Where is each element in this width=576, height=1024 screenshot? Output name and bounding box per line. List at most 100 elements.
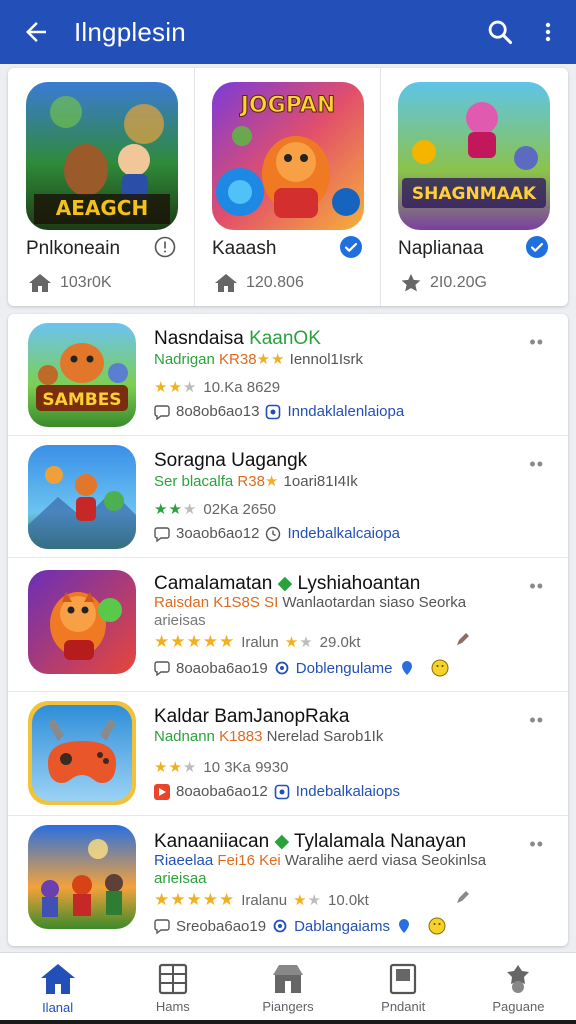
- app-link[interactable]: Doblengulame: [296, 660, 393, 677]
- app-icon: [28, 445, 136, 549]
- chat-icon: [154, 404, 170, 420]
- featured-thumbnail: JOGPAN: [212, 82, 364, 230]
- location-pin-icon: [398, 919, 409, 933]
- system-bar: [0, 1020, 576, 1024]
- app-footer: Sreoba6ao19 Dablangaiams: [154, 917, 446, 935]
- app-link[interactable]: Dablangaiams: [294, 918, 390, 935]
- star-icon: [401, 273, 421, 292]
- featured-art-text: SHAGNMAAK: [412, 184, 537, 204]
- app-rating: ★★★★★ Iralanu ★★ 10.0kt: [154, 890, 369, 909]
- link-icon: [266, 404, 281, 419]
- chat-icon: [154, 526, 170, 542]
- featured-card[interactable]: JOGPAN Kaaash 120.806: [194, 68, 380, 306]
- list-item[interactable]: Soragna Uagangk Ser blacalfa R38★ 1oari8…: [8, 436, 568, 558]
- app-bar: Ilngplesin: [0, 0, 576, 64]
- app-link[interactable]: Inndaklalenlaiopa: [287, 403, 404, 420]
- verified-check-icon: [526, 236, 548, 258]
- home-icon: [29, 274, 51, 292]
- bottom-navigation: Ilanal Hams Piangers Pndanit Paguane: [0, 952, 576, 1024]
- app-footer: 3oaob6ao12 Indebalkalcaiopa: [154, 525, 400, 542]
- featured-meta: 103r0K: [28, 272, 112, 294]
- more-vert-icon: [545, 22, 551, 42]
- info-icon[interactable]: [154, 236, 176, 258]
- featured-thumbnail: SHAGNMAAK: [398, 82, 550, 230]
- back-button[interactable]: [8, 0, 64, 64]
- nav-label: Ilanal: [42, 1000, 74, 1015]
- app-footer: 8oaoba6ao12 Indebalkalaiops: [154, 783, 400, 800]
- nav-item-home[interactable]: Ilanal: [0, 953, 115, 1024]
- list-item[interactable]: SAMBES Nasndaisa KaanOK Nadrigan KR38★★ …: [8, 314, 568, 436]
- app-footer: 8o8ob6ao13 Inndaklalenlaiopa: [154, 403, 404, 420]
- nav-label: Piangers: [262, 999, 314, 1014]
- app-subtitle-extra: arieisaa: [154, 870, 207, 887]
- nav-label: Hams: [155, 999, 190, 1014]
- overflow-menu-button[interactable]: [524, 0, 572, 64]
- app-link[interactable]: Indebalkalaiops: [296, 783, 400, 800]
- app-icon: [28, 825, 136, 929]
- list-item[interactable]: Camalamatan ◆ Lyshiahoantan Raisdan K1S8…: [8, 558, 568, 692]
- app-icon: SAMBES: [28, 323, 136, 427]
- badge-icon: [507, 965, 530, 993]
- app-footer: 8oaoba6ao19 Doblengulame: [154, 659, 449, 677]
- app-title: Soragna Uagangk: [154, 450, 308, 471]
- clock-icon: [266, 526, 281, 541]
- app-subtitle: Ser blacalfa R38★ 1oari81I4Ik: [154, 473, 358, 490]
- featured-card[interactable]: SHAGNMAAK Naplianaa 2I0.20G: [380, 68, 566, 306]
- featured-meta-text: 103r0K: [60, 274, 112, 291]
- book-icon: [390, 963, 417, 995]
- settings-icon: [275, 661, 289, 675]
- app-subtitle-extra: arieisas: [154, 612, 206, 629]
- featured-card[interactable]: AEAGCH Pnlkoneain 103r0K: [8, 68, 194, 306]
- featured-name: Naplianaa: [398, 238, 484, 259]
- settings-icon: [273, 919, 287, 933]
- grid-icon: [158, 963, 187, 995]
- app-rating: ★★★ 10.Ka 8629: [154, 378, 281, 397]
- app-link[interactable]: Indebalkalcaiopa: [287, 525, 400, 542]
- smiley-icon: [428, 917, 446, 935]
- featured-meta-text: 120.806: [246, 274, 304, 291]
- more-options-icon[interactable]: ••: [529, 332, 544, 353]
- home-icon: [40, 964, 75, 994]
- edit-icon[interactable]: [454, 888, 472, 911]
- more-options-icon[interactable]: ••: [529, 834, 544, 855]
- app-icon: [28, 701, 136, 805]
- link-icon: [274, 784, 290, 799]
- chat-icon: [154, 661, 170, 676]
- edit-icon[interactable]: [454, 630, 472, 653]
- featured-meta-text: 2I0.20G: [430, 274, 487, 291]
- featured-carousel: AEAGCH Pnlkoneain 103r0K JOGPAN Kaaash 1…: [8, 68, 568, 306]
- location-pin-icon: [401, 661, 412, 675]
- featured-art-text: AEAGCH: [56, 196, 148, 220]
- featured-name: Kaaash: [212, 238, 277, 259]
- app-title: Nasndaisa KaanOK: [154, 328, 321, 349]
- more-options-icon[interactable]: ••: [529, 710, 544, 731]
- nav-label: Paguane: [492, 999, 545, 1014]
- nav-item-piangers[interactable]: Piangers: [230, 953, 345, 1024]
- app-icon-text: SAMBES: [42, 390, 121, 410]
- search-button[interactable]: [476, 0, 524, 64]
- featured-thumbnail: AEAGCH: [26, 82, 178, 230]
- app-subtitle: Riaeelaa Fei16 Kei Waralihe aerd viasa S…: [154, 852, 487, 869]
- app-rating: ★★★ 10 3Ka 9930: [154, 758, 289, 777]
- more-options-icon[interactable]: ••: [529, 576, 544, 597]
- nav-item-hams[interactable]: Hams: [115, 953, 230, 1024]
- store-icon: [273, 965, 303, 993]
- app-subtitle: Raisdan K1S8S SI Wanlaotardan siaso Seor…: [154, 594, 467, 611]
- featured-art-text: JOGPAN: [239, 93, 336, 118]
- featured-meta: 2I0.20G: [400, 272, 487, 294]
- arrow-left-icon: [26, 22, 46, 42]
- play-store-icon: [154, 783, 170, 800]
- home-icon: [215, 274, 237, 292]
- list-item[interactable]: Kanaaniiacan ◆ Tylalamala Nanayan Riaeel…: [8, 816, 568, 946]
- smiley-icon: [431, 659, 448, 677]
- more-options-icon[interactable]: ••: [529, 454, 544, 475]
- app-subtitle: Nadnann K1883 Nerelad Sarob1Ik: [154, 728, 384, 745]
- app-title: Camalamatan ◆ Lyshiahoantan: [154, 573, 421, 594]
- nav-item-paguane[interactable]: Paguane: [461, 953, 576, 1024]
- verified-check-icon: [340, 236, 362, 258]
- app-rating: ★★★ 02Ka 2650: [154, 500, 276, 519]
- nav-item-pndanit[interactable]: Pndanit: [346, 953, 461, 1024]
- list-item[interactable]: Kaldar BamJanopRaka Nadnann K1883 Nerela…: [8, 692, 568, 816]
- search-icon: [488, 20, 513, 45]
- app-subtitle: Nadrigan KR38★★ Iennol1Isrk: [154, 351, 364, 368]
